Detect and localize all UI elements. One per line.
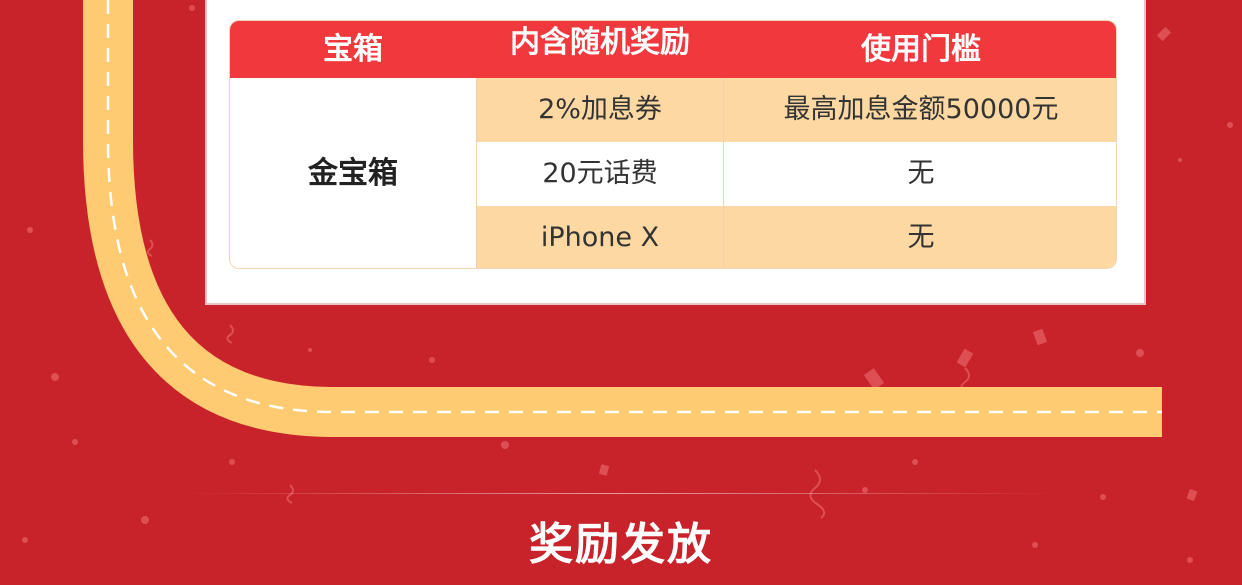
header-chest: 宝箱: [323, 32, 383, 67]
reward-cell: 20元话费: [542, 158, 658, 189]
threshold-cell: 最高加息金额50000元: [783, 94, 1059, 125]
threshold-cell: 无: [907, 222, 935, 253]
table-header: 宝箱 内含随机奖励 使用门槛: [230, 21, 1116, 78]
section-title: 奖励发放: [529, 519, 713, 570]
table-row: iPhone X 无: [477, 206, 1116, 268]
table-row: 2%加息券 最高加息金额50000元: [477, 78, 1116, 142]
section-divider: [185, 493, 1057, 494]
column-divider: [476, 78, 477, 268]
header-threshold: 使用门槛: [861, 32, 981, 67]
reward-table: 宝箱 内含随机奖励 使用门槛 金宝箱 2%加息券 最高加息金额50000元 20…: [229, 20, 1117, 269]
reward-cell: iPhone X: [540, 222, 660, 253]
header-reward: 内含随机奖励: [510, 25, 690, 60]
table-row: 20元话费 无: [477, 142, 1116, 206]
chest-name: 金宝箱: [230, 78, 476, 268]
threshold-cell: 无: [907, 158, 935, 189]
reward-cell: 2%加息券: [538, 94, 662, 125]
column-divider: [723, 78, 724, 268]
